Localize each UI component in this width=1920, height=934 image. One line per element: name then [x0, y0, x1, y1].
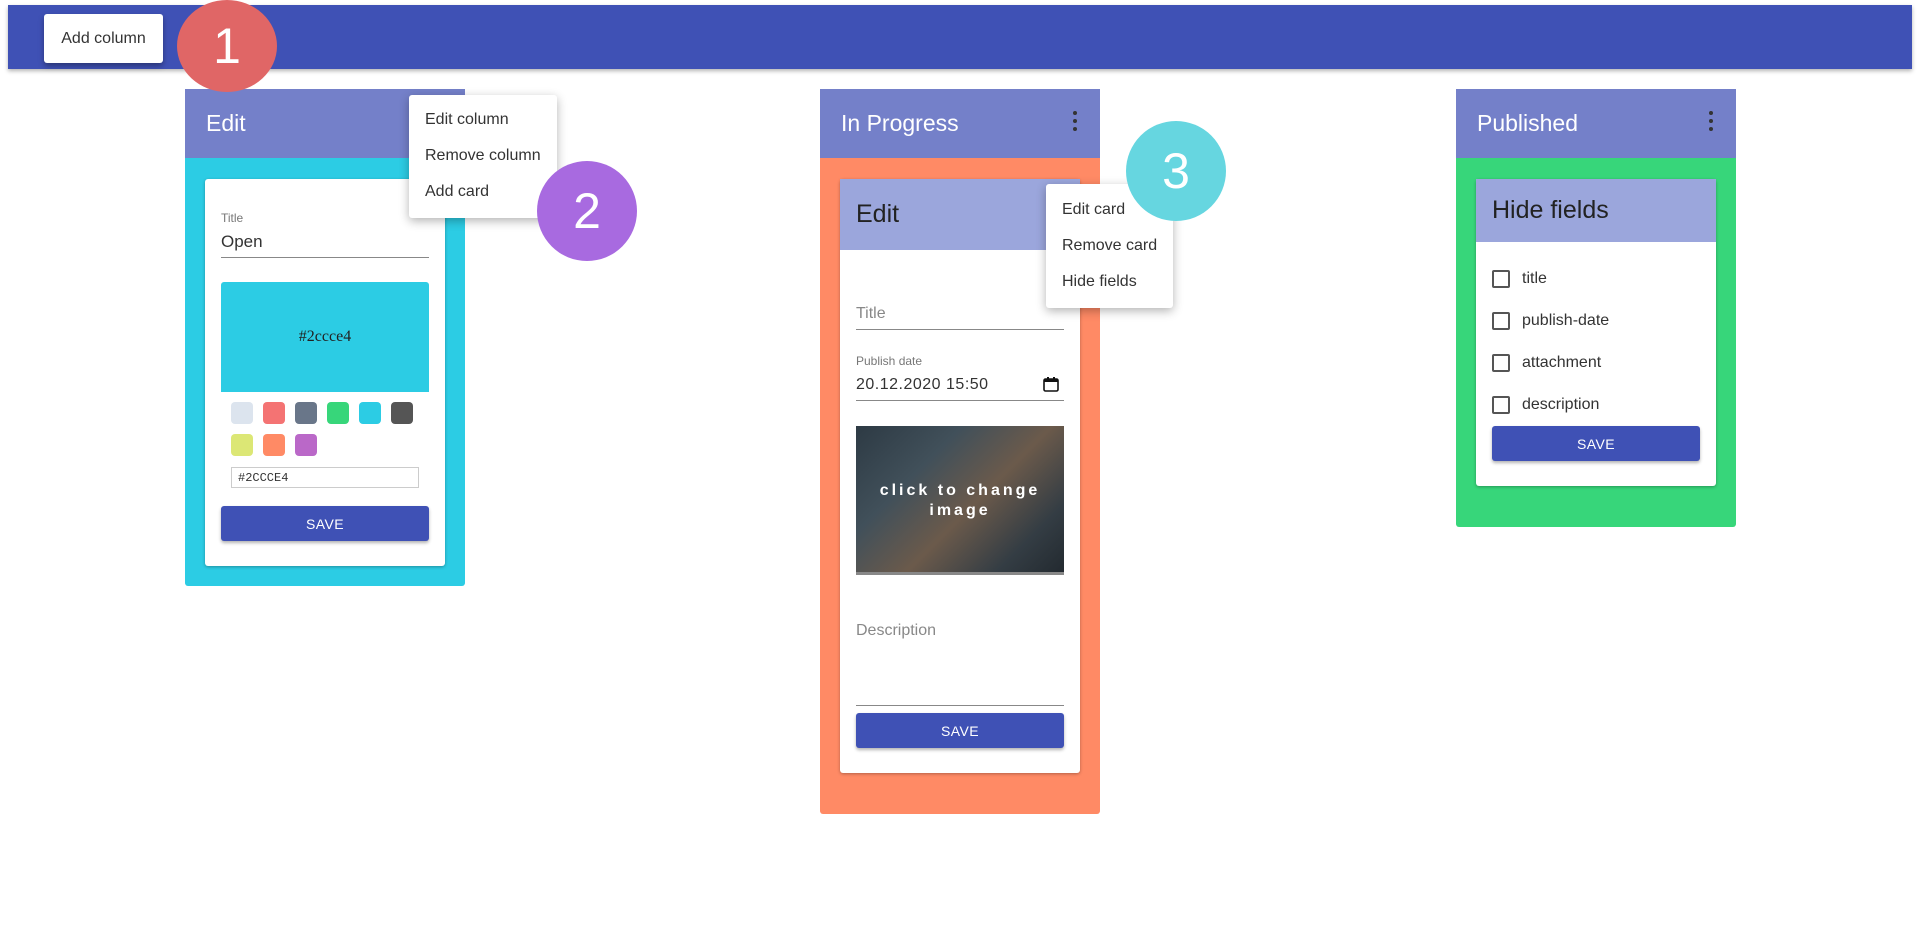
color-swatch[interactable]	[263, 402, 285, 424]
field-checkbox[interactable]	[1492, 396, 1510, 414]
app-root: Add column Edit Title Open #2ccce4 #2CCC…	[0, 0, 1920, 934]
field-checkbox-label: description	[1522, 396, 1600, 413]
step-marker-1: 1	[177, 0, 277, 92]
menu-item-remove-column[interactable]: Remove column	[425, 147, 541, 165]
save-button[interactable]: SAVE	[1492, 426, 1700, 461]
card-header-title: Edit	[856, 200, 900, 228]
description-underline	[856, 705, 1064, 706]
title-field-underline	[856, 329, 1064, 330]
step-marker-number: 1	[213, 18, 241, 74]
hex-color-value: #2CCCE4	[238, 470, 289, 485]
field-checkbox[interactable]	[1492, 312, 1510, 330]
menu-item-hide-fields[interactable]: Hide fields	[1062, 273, 1137, 291]
menu-item-edit-column[interactable]: Edit column	[425, 111, 509, 129]
column-menu-icon[interactable]	[1072, 111, 1078, 131]
column-edit-form: Title Open #2ccce4 #2CCCE4 SAVE	[205, 179, 445, 566]
field-checkbox-label: attachment	[1522, 354, 1602, 371]
column-title: Edit	[206, 110, 246, 136]
field-checkbox[interactable]	[1492, 354, 1510, 372]
description-placeholder[interactable]: Description	[856, 622, 936, 640]
save-button[interactable]: SAVE	[856, 713, 1064, 748]
change-image-text: click to change image	[879, 481, 1041, 519]
title-field-placeholder[interactable]: Title	[856, 305, 886, 323]
menu-item-remove-card[interactable]: Remove card	[1062, 237, 1157, 255]
calendar-icon[interactable]	[1043, 377, 1059, 392]
hide-fields-card: Hide fields title publish-date attachmen…	[1476, 179, 1716, 486]
publish-date-underline	[856, 400, 1064, 401]
step-marker-number: 2	[573, 183, 601, 239]
column-context-menu: Edit column Remove column Add card	[409, 95, 557, 218]
color-swatch[interactable]	[231, 434, 253, 456]
field-checkbox[interactable]	[1492, 270, 1510, 288]
publish-date-label: Publish date	[856, 354, 923, 368]
field-checkbox-label: publish-date	[1522, 312, 1610, 329]
step-marker-2: 2	[537, 161, 637, 261]
card-header-title: Hide fields	[1492, 196, 1609, 224]
menu-item-edit-card[interactable]: Edit card	[1062, 201, 1125, 219]
field-checkbox-label: title	[1522, 270, 1547, 287]
color-swatch[interactable]	[359, 402, 381, 424]
title-field-label: Title	[221, 211, 244, 225]
title-field-underline	[221, 257, 429, 258]
color-swatch[interactable]	[295, 434, 317, 456]
menu-item-add-card[interactable]: Add card	[425, 183, 489, 201]
step-marker-number: 3	[1162, 143, 1190, 199]
color-swatch[interactable]	[327, 402, 349, 424]
color-preview: #2ccce4	[221, 282, 429, 392]
card-edit-form: Edit Title Publish date 20.12.2020 15:50…	[840, 179, 1080, 773]
title-field-value[interactable]: Open	[221, 232, 263, 252]
save-button[interactable]: SAVE	[221, 506, 429, 541]
change-image-area[interactable]: click to change image	[856, 426, 1064, 575]
card-header: Edit	[840, 179, 1080, 250]
step-marker-3: 3	[1126, 121, 1226, 221]
card-header: Hide fields	[1476, 179, 1716, 242]
color-swatch[interactable]	[295, 402, 317, 424]
column-title: Published	[1477, 110, 1579, 136]
column-menu-icon[interactable]	[1708, 111, 1714, 131]
publish-date-value[interactable]: 20.12.2020 15:50	[856, 376, 989, 394]
app-bar	[8, 5, 1912, 69]
color-preview-text: #2ccce4	[298, 328, 352, 345]
hex-color-input[interactable]: #2CCCE4	[231, 467, 419, 488]
color-swatch[interactable]	[231, 402, 253, 424]
add-column-button[interactable]: Add column	[44, 14, 163, 63]
column-header: In Progress	[820, 89, 1100, 158]
column-title: In Progress	[841, 110, 959, 136]
color-swatch[interactable]	[391, 402, 413, 424]
column-header: Published	[1456, 89, 1736, 158]
color-swatch[interactable]	[263, 434, 285, 456]
